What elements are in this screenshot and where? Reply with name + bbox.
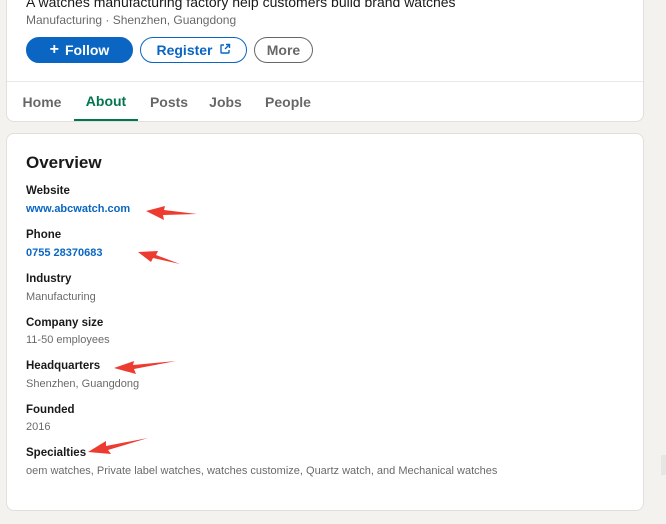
industry-value: Manufacturing [26,291,96,303]
specialties-label: Specialties [26,447,87,459]
more-label: More [266,42,301,58]
plus-icon: + [49,41,59,58]
tab-home-label: Home [22,93,62,110]
tab-people-label: People [265,93,311,110]
follow-button[interactable]: + Follow [26,37,133,63]
tab-posts[interactable]: Posts [144,82,194,121]
tab-home[interactable]: Home [15,82,69,121]
tab-jobs-label: Jobs [209,93,242,110]
follow-label: Follow [65,42,110,58]
company-header-card: A watches manufacturing factory help cus… [6,0,644,122]
specialties-value: oem watches, Private label watches, watc… [26,465,498,477]
tab-jobs[interactable]: Jobs [203,82,248,121]
industry-label: Industry [26,273,72,285]
phone-label: Phone [26,229,62,241]
headquarters-label: Headquarters [26,360,101,372]
website-label: Website [26,185,70,197]
headquarters-value: Shenzhen, Guangdong [26,378,140,390]
tab-about-label: About [85,92,127,109]
tab-people[interactable]: People [258,82,318,121]
overview-title: Overview [26,153,102,172]
website-link[interactable]: www.abcwatch.com [26,203,130,215]
external-link-icon [219,42,231,58]
founded-label: Founded [26,404,75,416]
company-size-value: 11-50 employees [26,334,110,346]
company-tagline: A watches manufacturing factory help cus… [26,0,456,10]
phone-link[interactable]: 0755 28370683 [26,247,102,259]
company-meta: Manufacturing · Shenzhen, Guangdong [26,13,237,27]
register-label: Register [156,42,213,58]
overview-card: Overview Website www.abcwatch.com Phone … [6,133,644,511]
register-button[interactable]: Register [140,37,247,63]
more-button[interactable]: More [254,37,313,63]
tab-posts-label: Posts [149,93,189,110]
founded-value: 2016 [26,421,51,433]
scrollbar[interactable] [661,455,666,475]
company-size-label: Company size [26,317,104,329]
tab-about[interactable]: About [74,82,138,121]
